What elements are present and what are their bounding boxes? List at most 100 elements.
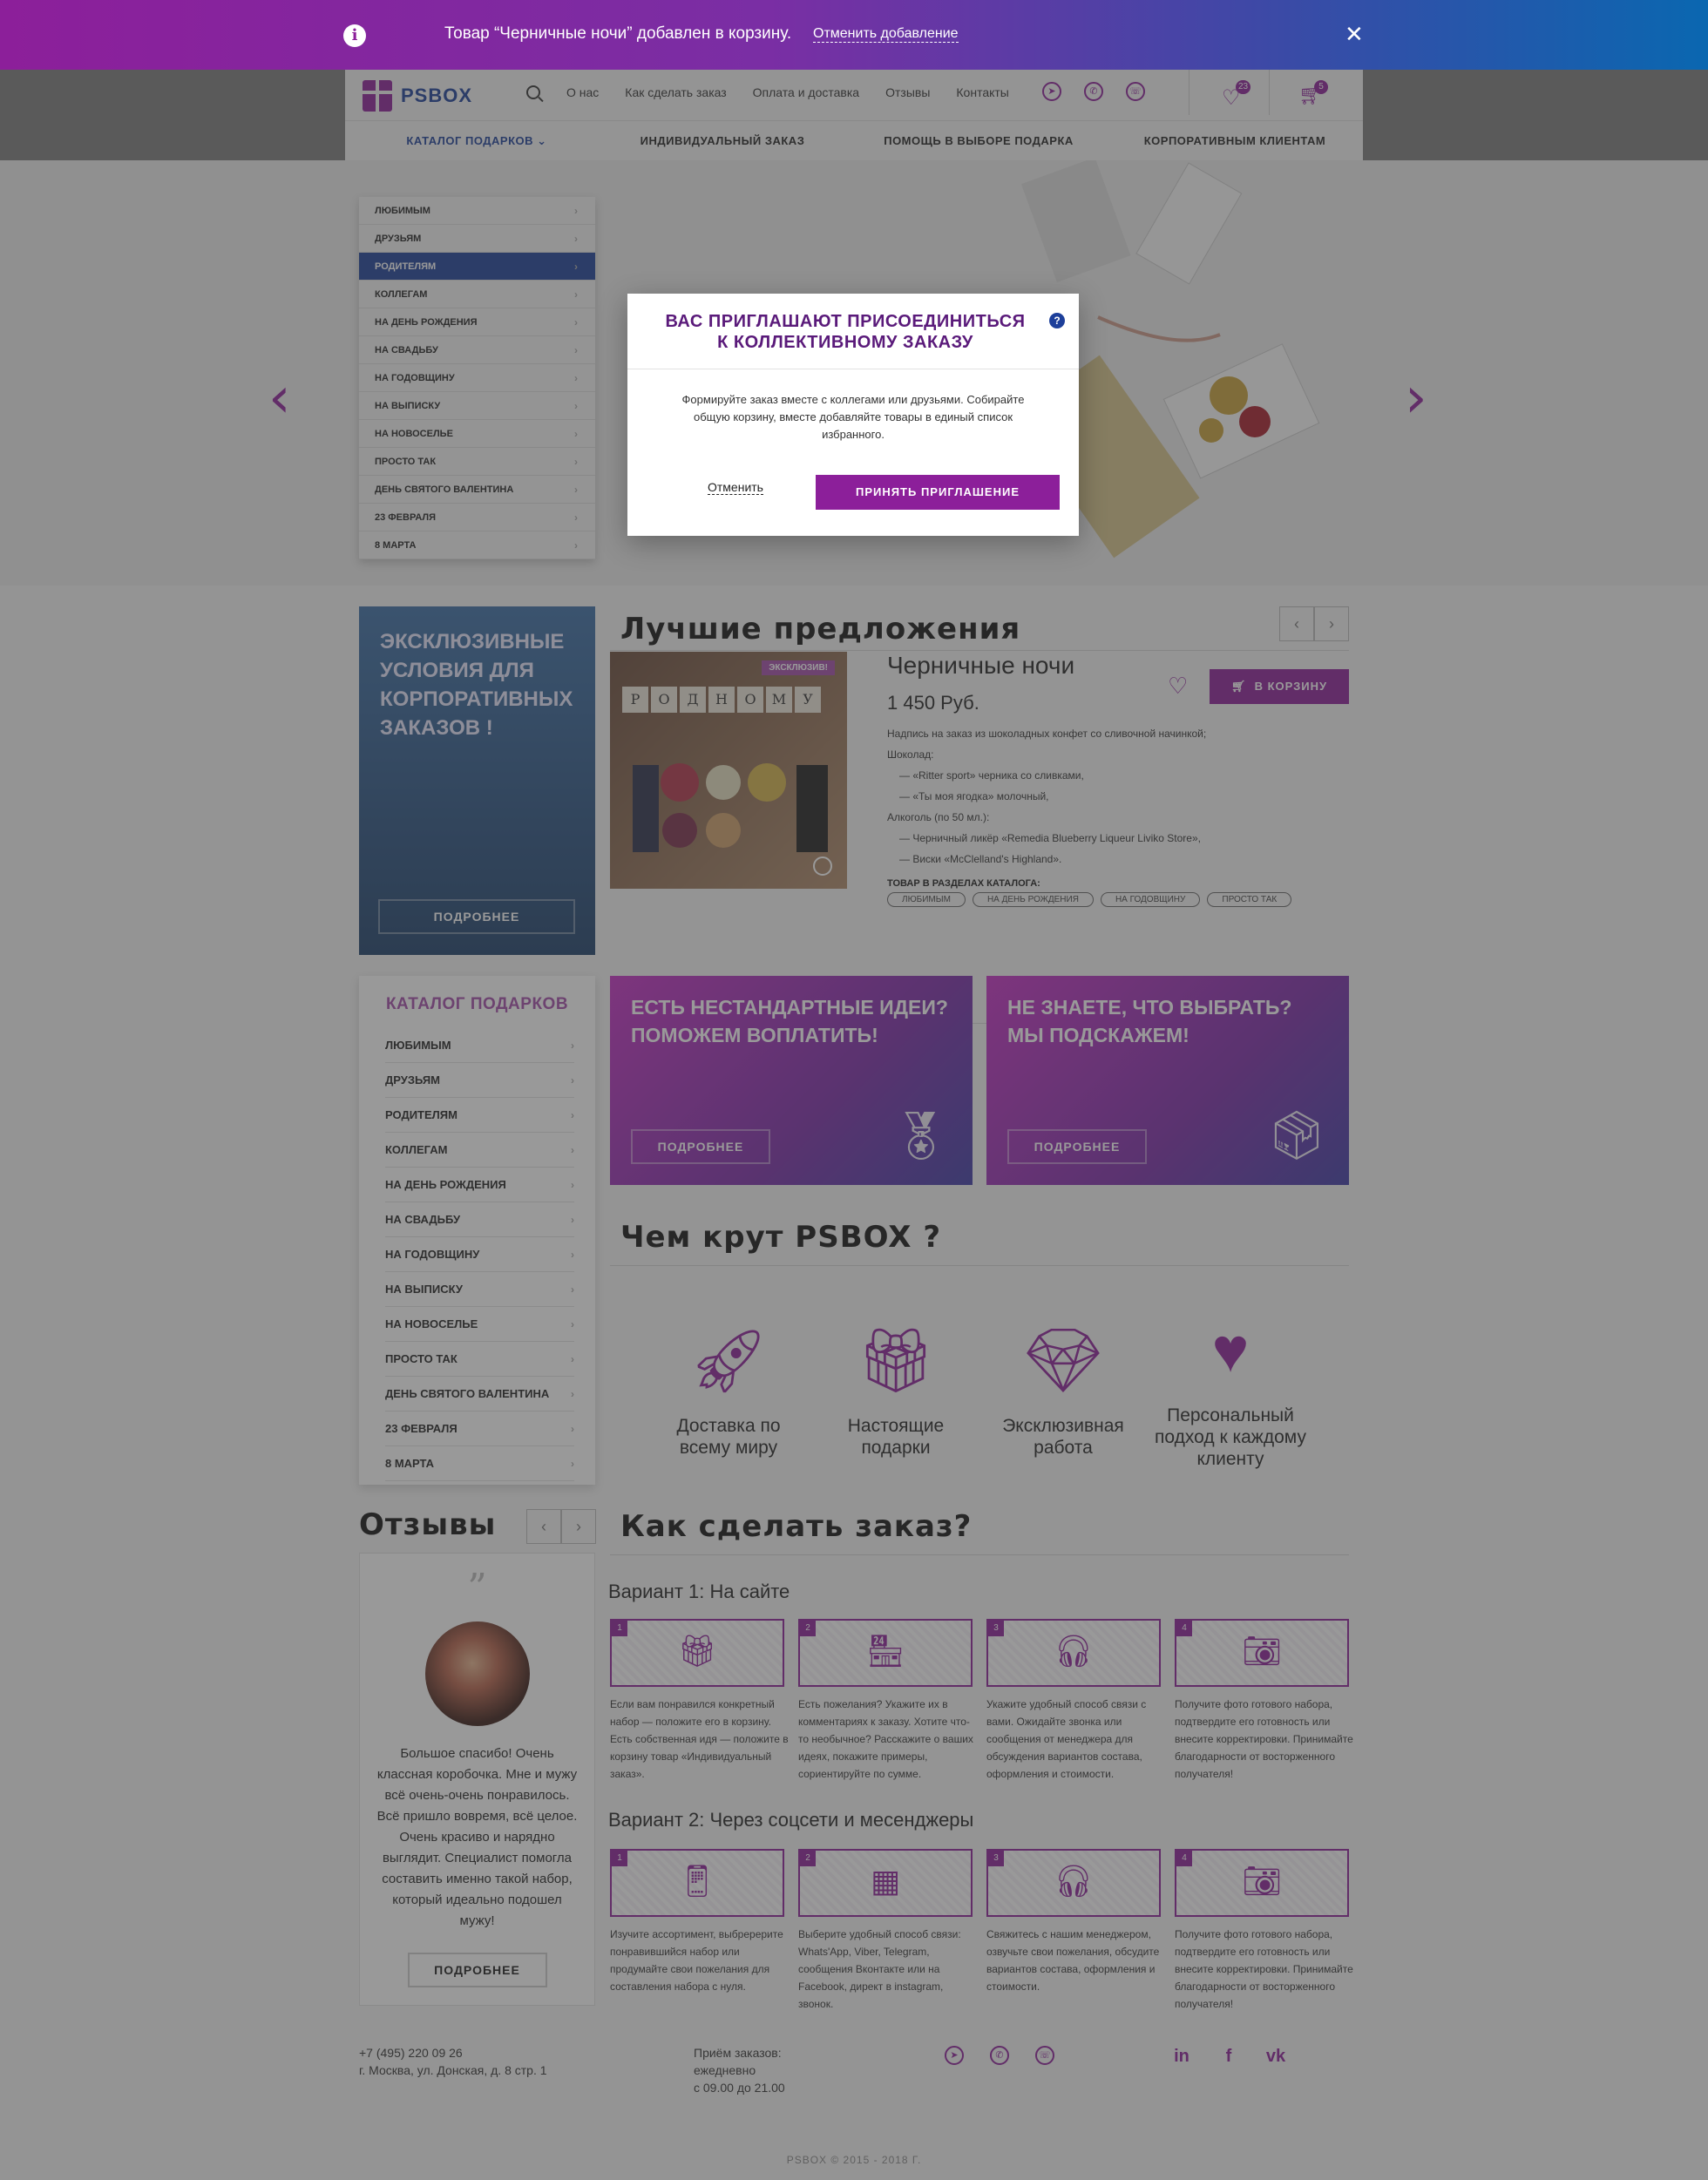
- footer-messengers: ➤ ✆ ☏: [945, 2046, 1054, 2065]
- product-image[interactable]: ЭКСКЛЮЗИВ! Р О Д Н О М У: [610, 652, 847, 889]
- dropdown-item[interactable]: 23 ФЕВРАЛЯ ›: [359, 504, 595, 531]
- catalog-item[interactable]: 8 МАРТА ›: [385, 1446, 574, 1481]
- close-icon[interactable]: ✕: [1345, 21, 1364, 48]
- nav-about[interactable]: О нас: [566, 85, 599, 99]
- feature-gifts: 🎁︎ Настоящие подарки: [819, 1317, 973, 1459]
- nav-reviews[interactable]: Отзывы: [885, 85, 930, 99]
- footer-phone[interactable]: +7 (495) 220 09 26: [359, 2044, 547, 2062]
- category-tag[interactable]: ПРОСТО ТАК: [1207, 892, 1292, 907]
- variant-1-title: Вариант 1: На сайте: [608, 1581, 790, 1602]
- vk-icon[interactable]: vk: [1265, 2046, 1286, 2067]
- dropdown-item-active[interactable]: РОДИТЕЛЯМ ›: [359, 253, 595, 281]
- logo[interactable]: PSBOX: [363, 80, 472, 112]
- help-icon[interactable]: ?: [1049, 313, 1065, 328]
- whatsapp-icon[interactable]: ☏: [1126, 82, 1145, 101]
- catalog-item[interactable]: 23 ФЕВРАЛЯ ›: [385, 1412, 574, 1446]
- nav-contacts[interactable]: Контакты: [956, 85, 1008, 99]
- catalog-item[interactable]: ПРОСТО ТАК ›: [385, 1342, 574, 1377]
- catalog-item[interactable]: НА ДЕНЬ РОЖДЕНИЯ ›: [385, 1168, 574, 1202]
- favorites-count-badge: 23: [1236, 80, 1251, 94]
- review-card: ” Большое спасибо! Очень классная коробо…: [359, 1553, 595, 2006]
- next-arrow-button[interactable]: ›: [1314, 606, 1349, 641]
- subnav-corporate[interactable]: КОРПОРАТИВНЫМ КЛИЕНТАМ: [1107, 121, 1363, 160]
- dropdown-item[interactable]: НА НОВОСЕЛЬЕ ›: [359, 420, 595, 448]
- catalog-sidebar: КАТАЛОГ ПОДАРКОВ ЛЮБИМЫМ › ДРУЗЬЯМ › РОДИТ…: [359, 976, 595, 1485]
- dropdown-item-label: 23 ФЕВРАЛЯ: [375, 511, 437, 523]
- dropdown-item[interactable]: НА ДЕНЬ РОЖДЕНИЯ ›: [359, 308, 595, 336]
- corporate-more-button[interactable]: ПОДРОБНЕЕ: [378, 899, 575, 934]
- catalog-item[interactable]: ЛЮБИМЫМ ›: [385, 1028, 574, 1063]
- catalog-item[interactable]: КОЛЛЕГАМ ›: [385, 1133, 574, 1168]
- add-to-favorites-heart-icon[interactable]: ♡: [1168, 673, 1188, 700]
- gift-icon: 🎁︎: [856, 1326, 936, 1396]
- desc-line: — Виски «McClelland's Highland».: [899, 853, 1062, 865]
- choose-more-button[interactable]: ПОДРОБНЕЕ: [1007, 1129, 1147, 1164]
- nav-payment-delivery[interactable]: Оплата и доставка: [753, 85, 859, 99]
- subnav-individual-order[interactable]: ИНДИВИДУАЛЬНЫЙ ЗАКАЗ: [594, 121, 851, 160]
- camera-icon: 📷︎: [1242, 1633, 1282, 1669]
- accept-invitation-button[interactable]: ПРИНЯТЬ ПРИГЛАШЕНИЕ: [816, 475, 1060, 510]
- dropdown-item[interactable]: НА ВЫПИСКУ ›: [359, 392, 595, 420]
- viber-icon[interactable]: ✆: [990, 2046, 1009, 2065]
- dropdown-item[interactable]: 8 МАРТА ›: [359, 531, 595, 559]
- linkedin-icon[interactable]: in: [1171, 2046, 1192, 2067]
- category-tag[interactable]: НА ГОДОВЩИНУ: [1100, 892, 1201, 907]
- why-psbox-title: Чем крут PSBOX ?: [620, 1220, 942, 1255]
- dropdown-item[interactable]: НА СВАДЬБУ ›: [359, 336, 595, 364]
- add-to-cart-button[interactable]: 🛒︎ В КОРЗИНУ: [1210, 669, 1349, 704]
- telegram-icon[interactable]: ➤: [1042, 82, 1061, 101]
- choose-banner[interactable]: НЕ ЗНАЕТЕ, ЧТО ВЫБРАТЬ? МЫ ПОДСКАЖЕМ! ПО…: [986, 976, 1349, 1185]
- catalog-item[interactable]: НА ВЫПИСКУ ›: [385, 1272, 574, 1307]
- dropdown-item[interactable]: НА ГОДОВЩИНУ ›: [359, 364, 595, 392]
- nav-how-to-order[interactable]: Как сделать заказ: [625, 85, 726, 99]
- cart-icon: 🛒︎: [1230, 680, 1247, 693]
- top-nav: О нас Как сделать заказ Оплата и доставк…: [526, 85, 1009, 99]
- telegram-icon[interactable]: ➤: [945, 2046, 964, 2065]
- category-tag[interactable]: НА ДЕНЬ РОЖДЕНИЯ: [972, 892, 1094, 907]
- viber-icon[interactable]: ✆: [1084, 82, 1103, 101]
- ideas-banner[interactable]: ЕСТЬ НЕСТАНДАРТНЫЕ ИДЕИ? ПОМОЖЕМ ВОПЛАТИ…: [610, 976, 973, 1185]
- catalog-item[interactable]: НА ГОДОВЩИНУ ›: [385, 1237, 574, 1272]
- catalog-toggle[interactable]: КАТАЛОГ ПОДАРКОВ ⌄: [359, 121, 594, 160]
- catalog-item[interactable]: РОДИТЕЛЯМ ›: [385, 1098, 574, 1133]
- catalog-item[interactable]: ДРУЗЬЯМ ›: [385, 1063, 574, 1098]
- corporate-promo[interactable]: ЭКСКЛЮЗИВНЫЕ УСЛОВИЯ ДЛЯ КОРПОРАТИВНЫХ З…: [359, 606, 595, 955]
- dropdown-item-label: НА НОВОСЕЛЬЕ: [375, 428, 453, 439]
- chevron-right-icon: ›: [574, 399, 578, 412]
- prev-arrow-button[interactable]: ‹: [1279, 606, 1314, 641]
- hero-prev-arrow[interactable]: ‹: [268, 366, 291, 430]
- whatsapp-icon[interactable]: ☏: [1035, 2046, 1054, 2065]
- catalog-item-label: ПРОСТО ТАК: [385, 1352, 458, 1365]
- search-icon[interactable]: [526, 85, 540, 99]
- dropdown-item-label: НА СВАДЬБУ: [375, 344, 438, 355]
- dropdown-item[interactable]: ЛЮБИМЫМ ›: [359, 197, 595, 225]
- ideas-more-button[interactable]: ПОДРОБНЕЕ: [631, 1129, 770, 1164]
- cancel-button[interactable]: Отменить: [708, 480, 763, 495]
- catalog-item[interactable]: НА НОВОСЕЛЬЕ ›: [385, 1307, 574, 1342]
- next-arrow-button[interactable]: ›: [561, 1509, 596, 1544]
- box-icon: 📦︎: [1266, 1110, 1326, 1162]
- site-header: PSBOX О нас Как сделать заказ Оплата и д…: [345, 70, 1363, 160]
- dropdown-item[interactable]: ДРУЗЬЯМ ›: [359, 225, 595, 253]
- category-tag[interactable]: ЛЮБИМЫМ: [887, 892, 966, 907]
- footer-hours: Приём заказов: ежедневно с 09.00 до 21.0…: [694, 2044, 785, 2096]
- facebook-icon[interactable]: f: [1218, 2046, 1239, 2067]
- catalog-item[interactable]: НА СВАДЬБУ ›: [385, 1202, 574, 1237]
- dropdown-item[interactable]: ПРОСТО ТАК ›: [359, 448, 595, 476]
- hero-next-arrow[interactable]: ›: [1405, 366, 1427, 430]
- feature-label: Эксклюзивная работа: [1002, 1416, 1124, 1458]
- feature-exclusive: 💎︎ Эксклюзивная работа: [986, 1317, 1140, 1459]
- dropdown-item[interactable]: ДЕНЬ СВЯТОГО ВАЛЕНТИНА ›: [359, 476, 595, 504]
- prev-arrow-button[interactable]: ‹: [526, 1509, 561, 1544]
- chevron-right-icon: ›: [571, 1108, 574, 1121]
- subnav-gift-help[interactable]: ПОМОЩЬ В ВЫБОРЕ ПОДАРКА: [851, 121, 1107, 160]
- cart-count-badge: 5: [1314, 80, 1328, 94]
- review-more-button[interactable]: ПОДРОБНЕЕ: [407, 1953, 547, 1987]
- dropdown-item-label: ДРУЗЬЯМ: [375, 233, 422, 244]
- undo-add-link[interactable]: Отменить добавление: [813, 26, 959, 43]
- hours-days: ежедневно: [694, 2063, 756, 2077]
- dropdown-item[interactable]: КОЛЛЕГАМ ›: [359, 281, 595, 308]
- dropdown-item-label: КОЛЛЕГАМ: [375, 288, 428, 300]
- step-card: 1 🎁︎: [610, 1619, 784, 1687]
- catalog-item[interactable]: ДЕНЬ СВЯТОГО ВАЛЕНТИНА ›: [385, 1377, 574, 1412]
